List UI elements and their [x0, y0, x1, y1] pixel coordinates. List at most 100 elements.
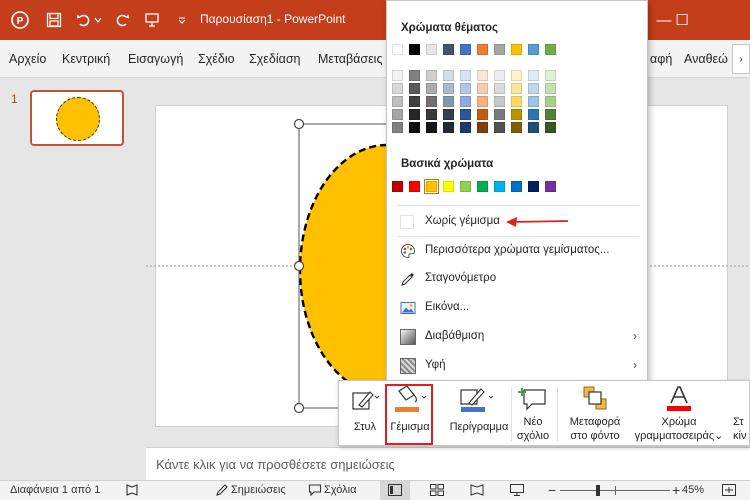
tab-home[interactable]: Κεντρική: [62, 52, 110, 66]
standard-color-swatch[interactable]: [443, 181, 454, 192]
theme-shade-swatch[interactable]: [528, 83, 539, 94]
theme-shade-swatch[interactable]: [477, 96, 488, 107]
theme-shade-swatch[interactable]: [392, 70, 403, 81]
theme-shade-swatch[interactable]: [460, 70, 471, 81]
theme-shade-swatch[interactable]: [392, 83, 403, 94]
comments-icon[interactable]: [308, 483, 322, 500]
standard-color-swatch[interactable]: [477, 181, 488, 192]
theme-shade-swatch[interactable]: [409, 109, 420, 120]
theme-color-swatch[interactable]: [460, 44, 471, 55]
theme-shade-swatch[interactable]: [528, 70, 539, 81]
theme-shade-swatch[interactable]: [426, 70, 437, 81]
standard-color-swatch[interactable]: [460, 181, 471, 192]
tab-animations[interactable]: αφή: [650, 52, 672, 66]
theme-shade-swatch[interactable]: [426, 96, 437, 107]
theme-shade-swatch[interactable]: [545, 70, 556, 81]
gradient-item[interactable]: Διαβάθμιση ›: [387, 323, 647, 351]
theme-shade-swatch[interactable]: [460, 83, 471, 94]
theme-shade-swatch[interactable]: [409, 70, 420, 81]
theme-shade-swatch[interactable]: [443, 83, 454, 94]
texture-item[interactable]: Υφή ›: [387, 352, 647, 380]
more-fill-colors-item[interactable]: Περισσότερα χρώματα γεμίσματος...: [387, 237, 647, 265]
partial-toolbar-button[interactable]: Στ κίν: [733, 381, 750, 447]
theme-shade-swatch[interactable]: [511, 83, 522, 94]
standard-color-swatch[interactable]: [545, 181, 556, 192]
theme-shade-swatch[interactable]: [443, 122, 454, 133]
tab-review[interactable]: Αναθεώ: [684, 52, 728, 66]
slideshow-icon[interactable]: [510, 484, 524, 499]
undo-dropdown-icon[interactable]: [92, 8, 104, 32]
zoom-slider[interactable]: [560, 481, 670, 499]
tab-draw[interactable]: Σχεδίαση: [249, 52, 301, 66]
theme-shade-swatch[interactable]: [528, 96, 539, 107]
theme-shade-swatch[interactable]: [477, 109, 488, 120]
theme-shade-swatch[interactable]: [426, 122, 437, 133]
theme-shade-swatch[interactable]: [545, 109, 556, 120]
theme-color-swatch[interactable]: [409, 44, 420, 55]
standard-color-swatch[interactable]: [392, 181, 403, 192]
theme-shade-swatch[interactable]: [494, 70, 505, 81]
theme-shade-swatch[interactable]: [511, 122, 522, 133]
theme-shade-swatch[interactable]: [545, 83, 556, 94]
theme-shade-swatch[interactable]: [409, 83, 420, 94]
accessibility-icon[interactable]: [125, 483, 139, 500]
theme-color-swatch[interactable]: [443, 44, 454, 55]
theme-shade-swatch[interactable]: [443, 96, 454, 107]
theme-color-swatch[interactable]: [477, 44, 488, 55]
standard-color-swatch[interactable]: [424, 179, 439, 194]
maximize-icon[interactable]: ☐: [670, 8, 694, 32]
standard-color-swatch[interactable]: [528, 181, 539, 192]
redo-icon[interactable]: [110, 8, 134, 32]
normal-view-icon[interactable]: [380, 481, 410, 500]
new-comment-button[interactable]: Νέο σχόλιο: [511, 381, 555, 447]
theme-shade-swatch[interactable]: [511, 109, 522, 120]
theme-shade-swatch[interactable]: [460, 122, 471, 133]
theme-shade-swatch[interactable]: [443, 109, 454, 120]
theme-shade-swatch[interactable]: [426, 83, 437, 94]
tab-transitions[interactable]: Μεταβάσεις: [318, 52, 382, 66]
theme-shade-swatch[interactable]: [528, 109, 539, 120]
theme-shade-swatch[interactable]: [528, 122, 539, 133]
font-color-button[interactable]: Χρώμα γραμματοσειράς⌄: [633, 381, 725, 447]
theme-shade-swatch[interactable]: [494, 83, 505, 94]
theme-shade-swatch[interactable]: [477, 122, 488, 133]
theme-shade-swatch[interactable]: [477, 83, 488, 94]
theme-shade-swatch[interactable]: [460, 96, 471, 107]
eyedropper-item[interactable]: Σταγονόμετρο: [387, 265, 647, 293]
start-from-beginning-icon[interactable]: [140, 8, 164, 32]
notes-toggle[interactable]: Σημειώσεις: [231, 484, 286, 496]
standard-color-swatch[interactable]: [511, 181, 522, 192]
theme-shade-swatch[interactable]: [545, 122, 556, 133]
theme-shade-swatch[interactable]: [494, 122, 505, 133]
theme-shade-swatch[interactable]: [494, 96, 505, 107]
theme-shade-swatch[interactable]: [477, 70, 488, 81]
theme-shade-swatch[interactable]: [409, 122, 420, 133]
reading-view-icon[interactable]: [470, 484, 484, 499]
theme-color-swatch[interactable]: [511, 44, 522, 55]
theme-color-swatch[interactable]: [426, 44, 437, 55]
save-icon[interactable]: [42, 8, 66, 32]
theme-shade-swatch[interactable]: [426, 109, 437, 120]
slide-sorter-icon[interactable]: [430, 484, 444, 499]
standard-color-swatch[interactable]: [409, 181, 420, 192]
theme-shade-swatch[interactable]: [409, 96, 420, 107]
comments-toggle[interactable]: Σχόλια: [324, 484, 357, 496]
theme-color-swatch[interactable]: [528, 44, 539, 55]
zoom-slider-thumb[interactable]: [595, 485, 600, 496]
theme-shade-swatch[interactable]: [511, 96, 522, 107]
send-to-back-button[interactable]: Μεταφορά στο φόντο: [559, 381, 631, 447]
theme-shade-swatch[interactable]: [494, 109, 505, 120]
picture-item[interactable]: Εικόνα...: [387, 294, 647, 322]
theme-color-swatch[interactable]: [545, 44, 556, 55]
standard-color-swatch[interactable]: [494, 181, 505, 192]
theme-shade-swatch[interactable]: [392, 109, 403, 120]
theme-shade-swatch[interactable]: [545, 96, 556, 107]
theme-shade-swatch[interactable]: [392, 122, 403, 133]
theme-shade-swatch[interactable]: [392, 96, 403, 107]
theme-color-swatch[interactable]: [494, 44, 505, 55]
customize-toolbar-icon[interactable]: [170, 8, 194, 32]
notes-pane[interactable]: Κάντε κλικ για να προσθέσετε σημειώσεις: [146, 447, 750, 480]
slide-thumbnail[interactable]: [30, 90, 124, 146]
zoom-out-button[interactable]: −: [548, 482, 556, 498]
tab-file[interactable]: Αρχείο: [9, 52, 46, 66]
